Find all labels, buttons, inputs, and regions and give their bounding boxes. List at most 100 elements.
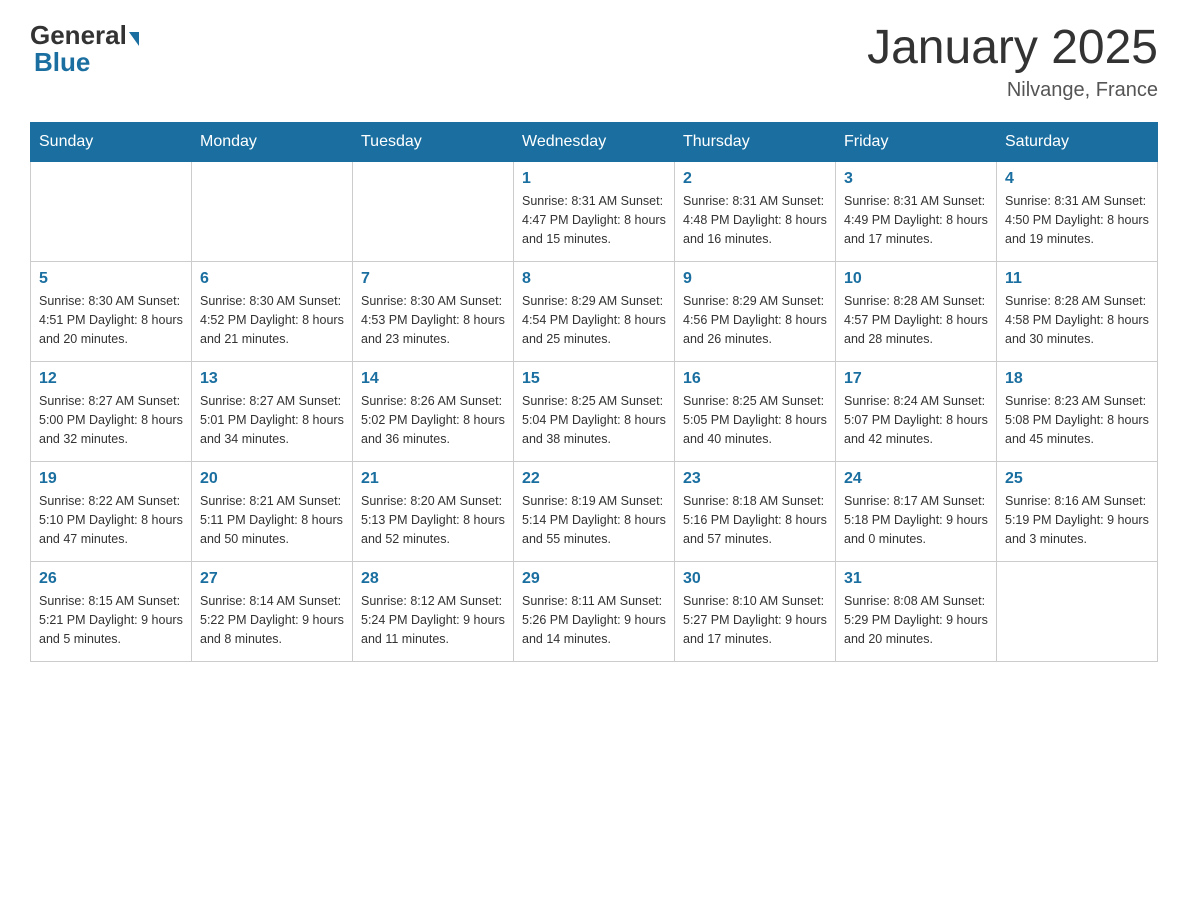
day-number: 29: [522, 570, 666, 588]
day-info: Sunrise: 8:11 AM Sunset: 5:26 PM Dayligh…: [522, 592, 666, 648]
header-cell-saturday: Saturday: [997, 123, 1158, 162]
day-number: 7: [361, 270, 505, 288]
day-info: Sunrise: 8:29 AM Sunset: 4:56 PM Dayligh…: [683, 292, 827, 348]
day-info: Sunrise: 8:22 AM Sunset: 5:10 PM Dayligh…: [39, 492, 183, 548]
day-cell: 24Sunrise: 8:17 AM Sunset: 5:18 PM Dayli…: [836, 462, 997, 562]
day-info: Sunrise: 8:23 AM Sunset: 5:08 PM Dayligh…: [1005, 392, 1149, 448]
day-info: Sunrise: 8:12 AM Sunset: 5:24 PM Dayligh…: [361, 592, 505, 648]
day-number: 9: [683, 270, 827, 288]
day-cell: 14 Sunrise: 8:26 AM Sunset: 5:02 PM Dayli…: [353, 362, 514, 462]
day-cell: 23 Sunrise: 8:18 AM Sunset: 5:16 PM Dayli…: [675, 462, 836, 562]
day-cell: [31, 162, 192, 262]
day-number: 8: [522, 270, 666, 288]
day-cell: 16 Sunrise: 8:25 AM Sunset: 5:05 PM Dayli…: [675, 362, 836, 462]
day-cell: 8 Sunrise: 8:29 AM Sunset: 4:54 PM Daylig…: [514, 262, 675, 362]
day-number: 28: [361, 570, 505, 588]
day-info: Sunrise: 8:25 AM Sunset: 5:05 PM Dayligh…: [683, 392, 827, 448]
day-number: 2: [683, 170, 827, 188]
day-info: Sunrise: 8:28 AM Sunset: 4:58 PM Dayligh…: [1005, 292, 1149, 348]
day-info: Sunrise: 8:30 AM Sunset: 4:53 PM Dayligh…: [361, 292, 505, 348]
day-number: 11: [1005, 270, 1149, 288]
day-cell: 18 Sunrise: 8:23 AM Sunset: 5:08 PM Dayli…: [997, 362, 1158, 462]
day-info: Sunrise: 8:18 AM Sunset: 5:16 PM Dayligh…: [683, 492, 827, 548]
header-cell-sunday: Sunday: [31, 123, 192, 162]
header-cell-monday: Monday: [192, 123, 353, 162]
day-info: Sunrise: 8:10 AM Sunset: 5:27 PM Dayligh…: [683, 592, 827, 648]
day-number: 16: [683, 370, 827, 388]
logo: General Blue: [30, 20, 141, 78]
title-block: January 2025 Nilvange, France: [867, 20, 1158, 102]
day-number: 18: [1005, 370, 1149, 388]
day-number: 1: [522, 170, 666, 188]
day-number: 12: [39, 370, 183, 388]
week-row-4: 19 Sunrise: 8:22 AM Sunset: 5:10 PM Dayli…: [31, 462, 1158, 562]
day-cell: 15 Sunrise: 8:25 AM Sunset: 5:04 PM Dayli…: [514, 362, 675, 462]
day-cell: 9 Sunrise: 8:29 AM Sunset: 4:56 PM Daylig…: [675, 262, 836, 362]
day-cell: 21 Sunrise: 8:20 AM Sunset: 5:13 PM Dayli…: [353, 462, 514, 562]
day-info: Sunrise: 8:14 AM Sunset: 5:22 PM Dayligh…: [200, 592, 344, 648]
day-info: Sunrise: 8:27 AM Sunset: 5:01 PM Dayligh…: [200, 392, 344, 448]
week-row-3: 12 Sunrise: 8:27 AM Sunset: 5:00 PM Dayli…: [31, 362, 1158, 462]
day-cell: 6 Sunrise: 8:30 AM Sunset: 4:52 PM Daylig…: [192, 262, 353, 362]
day-info: Sunrise: 8:15 AM Sunset: 5:21 PM Dayligh…: [39, 592, 183, 648]
day-cell: 28 Sunrise: 8:12 AM Sunset: 5:24 PM Dayli…: [353, 562, 514, 662]
day-info: Sunrise: 8:29 AM Sunset: 4:54 PM Dayligh…: [522, 292, 666, 348]
week-row-2: 5 Sunrise: 8:30 AM Sunset: 4:51 PM Daylig…: [31, 262, 1158, 362]
day-cell: 31Sunrise: 8:08 AM Sunset: 5:29 PM Dayli…: [836, 562, 997, 662]
day-cell: 12 Sunrise: 8:27 AM Sunset: 5:00 PM Dayli…: [31, 362, 192, 462]
calendar-header: SundayMondayTuesdayWednesdayThursdayFrid…: [31, 123, 1158, 162]
day-cell: [997, 562, 1158, 662]
day-cell: 29 Sunrise: 8:11 AM Sunset: 5:26 PM Dayli…: [514, 562, 675, 662]
day-number: 14: [361, 370, 505, 388]
day-cell: 26Sunrise: 8:15 AM Sunset: 5:21 PM Dayli…: [31, 562, 192, 662]
day-cell: 17 Sunrise: 8:24 AM Sunset: 5:07 PM Dayli…: [836, 362, 997, 462]
day-info: Sunrise: 8:31 AM Sunset: 4:50 PM Dayligh…: [1005, 192, 1149, 248]
day-number: 19: [39, 470, 183, 488]
day-number: 13: [200, 370, 344, 388]
logo-blue-text: Blue: [34, 47, 90, 77]
day-info: Sunrise: 8:31 AM Sunset: 4:48 PM Dayligh…: [683, 192, 827, 248]
day-number: 21: [361, 470, 505, 488]
day-number: 15: [522, 370, 666, 388]
day-number: 10: [844, 270, 988, 288]
header-cell-tuesday: Tuesday: [353, 123, 514, 162]
week-row-5: 26Sunrise: 8:15 AM Sunset: 5:21 PM Dayli…: [31, 562, 1158, 662]
day-cell: 3 Sunrise: 8:31 AM Sunset: 4:49 PM Daylig…: [836, 162, 997, 262]
day-cell: 27 Sunrise: 8:14 AM Sunset: 5:22 PM Dayli…: [192, 562, 353, 662]
week-row-1: 1 Sunrise: 8:31 AM Sunset: 4:47 PM Daylig…: [31, 162, 1158, 262]
day-cell: 20 Sunrise: 8:21 AM Sunset: 5:11 PM Dayli…: [192, 462, 353, 562]
day-info: Sunrise: 8:21 AM Sunset: 5:11 PM Dayligh…: [200, 492, 344, 548]
day-info: Sunrise: 8:30 AM Sunset: 4:52 PM Dayligh…: [200, 292, 344, 348]
day-number: 23: [683, 470, 827, 488]
day-cell: 1 Sunrise: 8:31 AM Sunset: 4:47 PM Daylig…: [514, 162, 675, 262]
day-number: 27: [200, 570, 344, 588]
day-number: 20: [200, 470, 344, 488]
calendar-subtitle: Nilvange, France: [867, 79, 1158, 102]
day-info: Sunrise: 8:20 AM Sunset: 5:13 PM Dayligh…: [361, 492, 505, 548]
day-info: Sunrise: 8:31 AM Sunset: 4:47 PM Dayligh…: [522, 192, 666, 248]
day-number: 22: [522, 470, 666, 488]
day-info: Sunrise: 8:28 AM Sunset: 4:57 PM Dayligh…: [844, 292, 988, 348]
day-cell: 10 Sunrise: 8:28 AM Sunset: 4:57 PM Dayli…: [836, 262, 997, 362]
day-cell: 22Sunrise: 8:19 AM Sunset: 5:14 PM Dayli…: [514, 462, 675, 562]
day-cell: 13 Sunrise: 8:27 AM Sunset: 5:01 PM Dayli…: [192, 362, 353, 462]
day-cell: 7 Sunrise: 8:30 AM Sunset: 4:53 PM Daylig…: [353, 262, 514, 362]
day-cell: 19 Sunrise: 8:22 AM Sunset: 5:10 PM Dayli…: [31, 462, 192, 562]
day-info: Sunrise: 8:26 AM Sunset: 5:02 PM Dayligh…: [361, 392, 505, 448]
page-header: General Blue January 2025 Nilvange, Fran…: [30, 20, 1158, 102]
day-number: 6: [200, 270, 344, 288]
day-info: Sunrise: 8:30 AM Sunset: 4:51 PM Dayligh…: [39, 292, 183, 348]
day-number: 4: [1005, 170, 1149, 188]
day-info: Sunrise: 8:08 AM Sunset: 5:29 PM Dayligh…: [844, 592, 988, 648]
day-number: 3: [844, 170, 988, 188]
day-info: Sunrise: 8:31 AM Sunset: 4:49 PM Dayligh…: [844, 192, 988, 248]
day-cell: 30Sunrise: 8:10 AM Sunset: 5:27 PM Dayli…: [675, 562, 836, 662]
logo-arrow-icon: [129, 32, 139, 46]
day-info: Sunrise: 8:25 AM Sunset: 5:04 PM Dayligh…: [522, 392, 666, 448]
header-cell-wednesday: Wednesday: [514, 123, 675, 162]
day-number: 17: [844, 370, 988, 388]
calendar-title: January 2025: [867, 20, 1158, 75]
day-info: Sunrise: 8:24 AM Sunset: 5:07 PM Dayligh…: [844, 392, 988, 448]
day-number: 5: [39, 270, 183, 288]
day-info: Sunrise: 8:27 AM Sunset: 5:00 PM Dayligh…: [39, 392, 183, 448]
